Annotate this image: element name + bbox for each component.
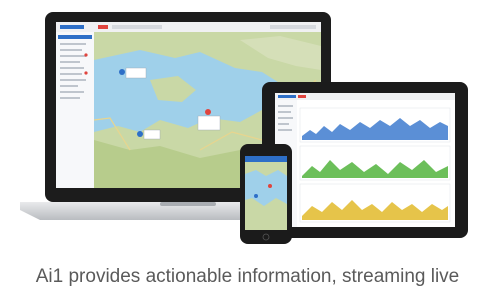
phone-device — [240, 144, 292, 244]
caption-text: Ai1 provides actionable information, str… — [35, 266, 460, 287]
tablet-chart-blue — [299, 107, 451, 143]
tablet-chart-green — [299, 145, 451, 181]
laptop-device — [20, 12, 468, 244]
tablet-chart-yellow — [299, 183, 451, 223]
tablet-device — [262, 82, 468, 238]
